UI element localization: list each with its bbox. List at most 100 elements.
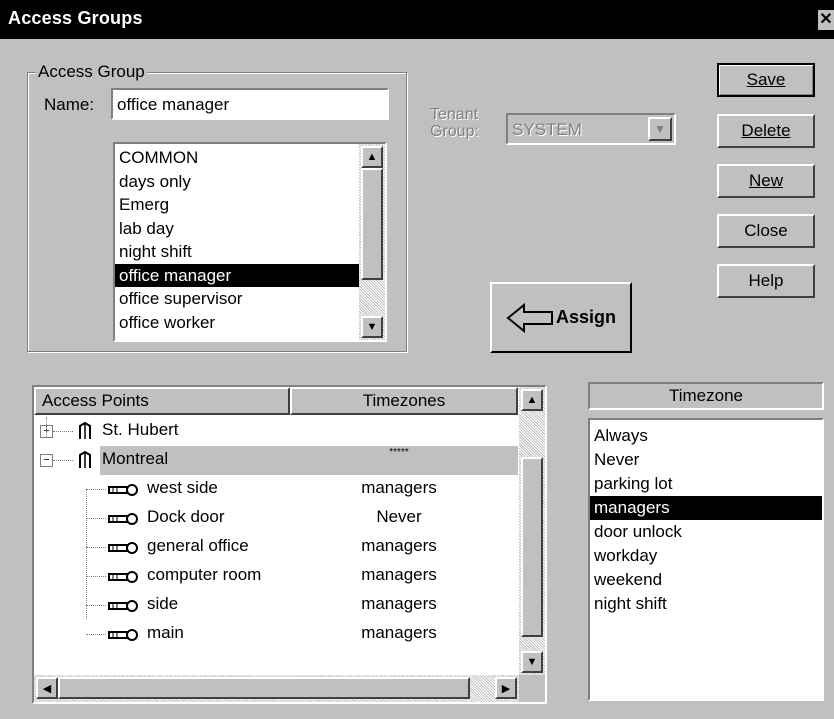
door-label: main [147, 623, 184, 642]
timezone-cell: managers [361, 478, 437, 497]
timezone-item[interactable]: door unlock [590, 520, 822, 544]
tree-row[interactable]: general office managers [34, 533, 518, 562]
chevron-down-icon[interactable]: ▼ [648, 117, 672, 141]
timezone-cell: ***** [389, 447, 409, 458]
scroll-thumb[interactable] [521, 457, 543, 637]
assign-button-label: Assign [555, 307, 616, 327]
access-group-item[interactable]: Emerg [115, 193, 359, 217]
tree-connector [86, 634, 106, 635]
assign-button[interactable]: Assign [490, 282, 632, 353]
tree-row[interactable]: main managers [34, 620, 518, 649]
close-icon[interactable]: ✕ [818, 10, 834, 30]
access-group-list[interactable]: COMMON days only Emerg lab day night shift of… [113, 142, 387, 342]
site-label: Montreal [102, 449, 169, 468]
scroll-up-icon[interactable]: ▲ [361, 146, 383, 168]
access-group-item[interactable]: days only [115, 170, 359, 194]
door-label: side [147, 594, 179, 613]
door-key-icon [108, 569, 138, 589]
collapse-icon[interactable]: − [40, 454, 53, 467]
tree-connector [53, 431, 73, 432]
tenant-label-line2: Group: [430, 123, 479, 140]
tree-connector [86, 576, 106, 577]
tree-row[interactable]: + St. Hubert [34, 417, 518, 446]
scroll-thumb[interactable] [361, 168, 383, 280]
hscroll-thumb[interactable] [58, 677, 470, 699]
tenant-group-label: Tenant Group: [430, 106, 479, 140]
door-label: west side [147, 478, 218, 497]
help-button-label: Help [748, 271, 784, 290]
door-key-icon [108, 627, 138, 647]
new-button-label: New [748, 171, 783, 190]
tree-connector [86, 605, 106, 606]
delete-button-label: Delete [741, 121, 791, 140]
tree-connector [86, 547, 106, 548]
access-points-vscroll[interactable]: ▲ ▼ [519, 387, 545, 675]
header-timezones[interactable]: Timezones [290, 387, 518, 415]
name-field[interactable]: office manager [111, 88, 389, 120]
building-icon [78, 450, 92, 474]
timezone-item[interactable]: parking lot [590, 472, 822, 496]
tree-connector [86, 518, 106, 519]
close-button[interactable]: Close [717, 214, 815, 248]
timezone-item[interactable]: managers [590, 496, 822, 520]
access-group-item[interactable]: office worker [115, 311, 359, 335]
access-points-list[interactable]: Access Points Timezones + St. Hubert − Mont… [32, 385, 547, 704]
scroll-down-icon[interactable]: ▼ [521, 651, 543, 673]
name-label: Name: [44, 95, 95, 114]
door-label: Dock door [147, 507, 225, 526]
site-label: St. Hubert [102, 420, 179, 439]
new-button[interactable]: New [717, 164, 815, 198]
header-timezones-label: Timezones [362, 391, 446, 410]
timezone-item[interactable]: workday [590, 544, 822, 568]
tenant-label-line1: Tenant [430, 106, 479, 123]
tree-row[interactable]: side managers [34, 591, 518, 620]
tree-row[interactable]: west side managers [34, 475, 518, 504]
door-key-icon [108, 540, 138, 560]
timezone-header: Timezone [588, 382, 824, 410]
delete-button[interactable]: Delete [717, 114, 815, 148]
scroll-up-icon[interactable]: ▲ [521, 389, 543, 411]
timezone-cell: Never [376, 507, 422, 526]
tree-connector [53, 460, 73, 461]
arrow-left-icon [506, 302, 553, 333]
close-button-label: Close [744, 221, 788, 240]
access-group-item[interactable]: night shift [115, 240, 359, 264]
access-group-item[interactable]: office manager [115, 263, 359, 287]
access-points-hscroll[interactable]: ◀ ▶ [34, 675, 519, 702]
tree-row[interactable]: computer room managers [34, 562, 518, 591]
timezone-item[interactable]: Always [590, 424, 822, 448]
name-field-value: office manager [117, 95, 230, 114]
window-title: Access Groups [8, 8, 143, 28]
access-group-item[interactable]: COMMON [115, 146, 359, 170]
tenant-group-select[interactable]: SYSTEM ▼ [506, 113, 676, 145]
timezone-list[interactable]: Always Never parking lot managers door unloc… [588, 418, 824, 701]
scroll-down-icon[interactable]: ▼ [361, 316, 383, 338]
timezone-cell: managers [361, 565, 437, 584]
header-access-points[interactable]: Access Points [34, 387, 290, 415]
tree-row[interactable]: − Montreal ***** [34, 446, 518, 475]
timezone-header-label: Timezone [668, 386, 743, 405]
scroll-right-icon[interactable]: ▶ [495, 677, 517, 699]
access-group-legend: Access Group [36, 62, 147, 82]
header-access-points-label: Access Points [42, 391, 149, 410]
tree-row[interactable]: Dock door Never [34, 504, 518, 533]
tenant-group-value: SYSTEM [512, 120, 582, 139]
timezone-item[interactable]: Never [590, 448, 822, 472]
tree-trunk [46, 417, 47, 437]
help-button[interactable]: Help [717, 264, 815, 298]
save-button[interactable]: Save [717, 63, 815, 97]
access-group-item[interactable]: office supervisor [115, 287, 359, 311]
door-label: computer room [147, 565, 262, 584]
access-group-scrollbar[interactable]: ▲ ▼ [359, 144, 385, 340]
timezone-item[interactable]: night shift [590, 592, 822, 616]
door-label: general office [147, 536, 249, 555]
timezone-cell: managers [361, 536, 437, 555]
building-icon [78, 421, 92, 445]
access-group-item[interactable]: lab day [115, 217, 359, 241]
timezone-cell: managers [361, 594, 437, 613]
door-key-icon [108, 482, 138, 502]
door-key-icon [108, 511, 138, 531]
scroll-left-icon[interactable]: ◀ [36, 677, 58, 699]
timezone-item[interactable]: weekend [590, 568, 822, 592]
timezone-cell: managers [361, 623, 437, 642]
